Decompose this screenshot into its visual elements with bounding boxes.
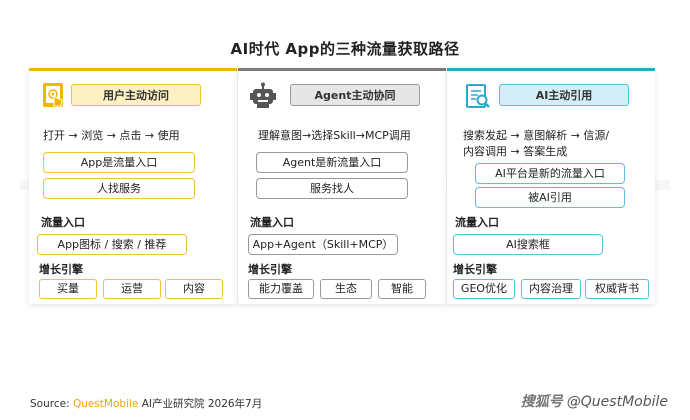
pill-mode: 人找服务 — [43, 178, 195, 199]
section-growth-label: 增长引擎 — [453, 263, 497, 276]
panel-accent-bar — [238, 68, 446, 71]
flow-line: 打开 → 浏览 → 点击 → 使用 — [43, 129, 180, 142]
section-entry-label: 流量入口 — [41, 216, 85, 229]
watermark: 搜狐号 @QuestMobile — [521, 391, 668, 411]
growth-tag: 能力覆盖 — [248, 279, 314, 299]
source-note: Source: QuestMobile AI产业研究院 2026年7月 — [30, 396, 262, 411]
flow-line: 理解意图→选择Skill→MCP调用 — [258, 129, 411, 142]
panel-agent-collab: Agent主动协同 理解意图→选择Skill→MCP调用 Agent是新流量入口… — [238, 68, 446, 304]
pill-entry-point: App是流量入口 — [43, 152, 195, 173]
entry-value: App+Agent（Skill+MCP） — [248, 234, 398, 255]
page-title: AI时代 App的三种流量获取路径 — [230, 40, 460, 58]
hand-touch-phone-icon — [43, 83, 63, 107]
entry-value: AI搜索框 — [453, 234, 603, 255]
panel-accent-bar — [29, 68, 237, 71]
panel-user-access: 用户主动访问 打开 → 浏览 → 点击 → 使用 App是流量入口 人找服务 流… — [29, 68, 237, 304]
source-brand: QuestMobile — [72, 398, 139, 410]
growth-tag: 买量 — [39, 279, 97, 299]
growth-tag: 运营 — [103, 279, 161, 299]
pill-mode: 服务找人 — [256, 178, 408, 199]
robot-icon — [250, 82, 276, 108]
growth-tag: 生态 — [320, 279, 372, 299]
flow-steps: 搜索发起 → 意图解析 → 信源/ 内容调用 → 答案生成 — [463, 128, 647, 160]
watermark-logo: 搜狐号 — [520, 394, 563, 410]
panel-header-label: Agent主动协同 — [290, 84, 420, 106]
section-growth-label: 增长引擎 — [39, 263, 83, 276]
flow-line: 搜索发起 → 意图解析 → 信源/ — [463, 129, 610, 142]
growth-tag: 权威背书 — [585, 279, 649, 299]
growth-tag: 智能 — [378, 279, 426, 299]
section-entry-label: 流量入口 — [250, 216, 294, 229]
panel-header-label: AI主动引用 — [499, 84, 629, 106]
panel-ai-citation: AI主动引用 搜索发起 → 意图解析 → 信源/ 内容调用 → 答案生成 AI平… — [447, 68, 655, 304]
source-text: AI产业研究院 2026年7月 — [138, 398, 263, 410]
ai-search-document-icon — [466, 84, 490, 108]
growth-tag: 内容 — [165, 279, 223, 299]
section-entry-label: 流量入口 — [455, 216, 499, 229]
panel-header-label: 用户主动访问 — [71, 84, 201, 106]
growth-tag: 内容治理 — [521, 279, 581, 299]
entry-value: App图标 / 搜索 / 推荐 — [37, 234, 187, 255]
pill-entry-point: Agent是新流量入口 — [256, 152, 408, 173]
flow-steps: 理解意图→选择Skill→MCP调用 — [258, 128, 438, 144]
pill-entry-point: AI平台是新的流量入口 — [475, 163, 625, 184]
panel-accent-bar — [447, 68, 655, 71]
pill-mode: 被AI引用 — [475, 187, 625, 208]
flow-steps: 打开 → 浏览 → 点击 → 使用 — [43, 128, 229, 144]
section-growth-label: 增长引擎 — [248, 263, 292, 276]
flow-line: 内容调用 → 答案生成 — [463, 145, 568, 158]
watermark-text: @QuestMobile — [566, 394, 668, 410]
growth-tag: GEO优化 — [453, 279, 515, 299]
source-label: Source: — [30, 398, 70, 410]
